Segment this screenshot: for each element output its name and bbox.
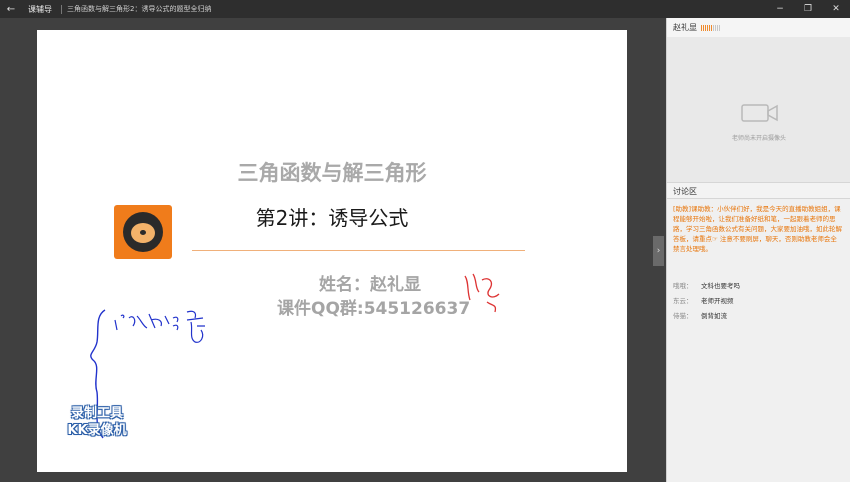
- title-bar: ← 课辅导 三角函数与解三角形2：诱导公式的题型全归纳 − ❐ ✕: [0, 0, 850, 18]
- restore-button[interactable]: ❐: [794, 0, 822, 18]
- side-panel: 赵礼显 老师尚未开启摄像头 讨论区 [助教]课助教：小伙伴们好，我是今天的直播助…: [666, 18, 850, 482]
- close-button[interactable]: ✕: [822, 0, 850, 18]
- teacher-video-area: 老师尚未开启摄像头: [667, 37, 850, 182]
- app-name: 课辅导: [28, 4, 52, 14]
- teacher-bar: 赵礼显: [667, 18, 850, 37]
- discussion-header: 讨论区: [667, 182, 850, 199]
- chat-text: 倒背如流: [701, 312, 727, 320]
- chat-user: 哦哦：: [673, 282, 693, 290]
- slide: 三角函数与解三角形 第2讲：诱导公式 姓名：赵礼显 课件QQ群:54512663…: [37, 30, 627, 472]
- watermark-line2: KK录像机: [67, 423, 127, 438]
- monkey-logo-icon: [123, 212, 163, 252]
- recorder-watermark: 录制工具 KK录像机: [57, 405, 137, 439]
- brand-logo: [114, 205, 172, 259]
- teacher-name: 赵礼显: [673, 23, 697, 32]
- qq-group-text: 课件QQ群:545126637: [277, 299, 471, 319]
- chat-message: 侍猫： 倒背如流: [673, 310, 727, 320]
- minimize-button[interactable]: −: [766, 0, 794, 18]
- chat-text: 文科也要考吗: [701, 282, 740, 290]
- lesson-title: 三角函数与解三角形2：诱导公式的题型全归纳: [67, 5, 212, 13]
- chat-message: 哦哦： 文科也要考吗: [673, 280, 740, 290]
- slide-title: 三角函数与解三角形: [237, 161, 427, 185]
- chat-text: 老师开视频: [701, 297, 734, 305]
- presentation-stage: 三角函数与解三角形 第2讲：诱导公式 姓名：赵礼显 课件QQ群:54512663…: [0, 18, 666, 482]
- slide-divider: [192, 250, 525, 251]
- panel-collapse-button[interactable]: ›: [653, 236, 664, 266]
- chat-user: 侍猫：: [673, 312, 693, 320]
- title-separator: [61, 4, 62, 14]
- volume-meter-icon: [701, 24, 720, 31]
- watermark-line1: 录制工具: [70, 406, 123, 421]
- camera-status-text: 老师尚未开启摄像头: [731, 135, 786, 142]
- chat-user: 东云：: [673, 297, 693, 305]
- camera-icon: [741, 104, 778, 122]
- back-icon[interactable]: ←: [0, 4, 22, 15]
- chat-message: 东云： 老师开视频: [673, 295, 734, 305]
- assistant-announcement: [助教]课助教：小伙伴们好，我是今天的直播助教姐姐，课程能够开始啦，让我们准备好…: [673, 205, 842, 253]
- teacher-name-text: 姓名：赵礼显: [319, 275, 421, 295]
- window-controls: − ❐ ✕: [766, 0, 850, 18]
